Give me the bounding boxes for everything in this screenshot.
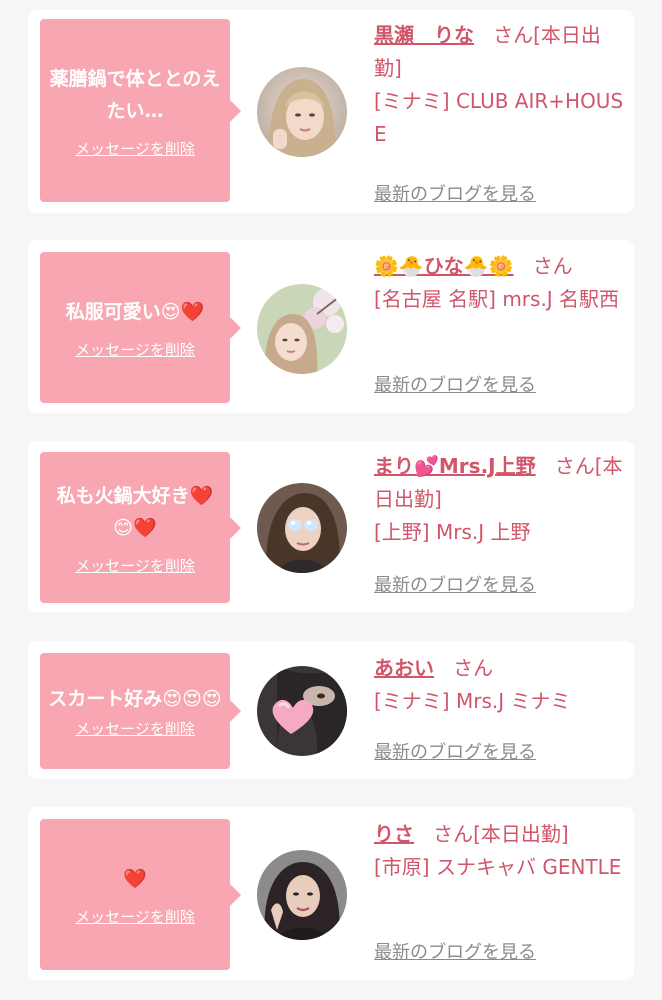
- shop-label: [ミナミ] CLUB AIR+HOUSE: [374, 89, 624, 146]
- cast-name-line: まり💕Mrs.J上野 さん[本日出勤]: [374, 450, 624, 516]
- honorific-label: さん: [453, 656, 494, 680]
- message-bubble: スカート好み😍😍😍 メッセージを削除: [40, 653, 241, 769]
- message-text: 薬膳鍋で体ととのえたい…: [49, 67, 221, 122]
- cast-name-link[interactable]: まり💕Mrs.J上野: [374, 454, 536, 478]
- cast-info: りさ さん[本日出勤] [市原] スナキャバ GENTLE 最新のブログを見る: [374, 818, 624, 978]
- status-label: [本日出勤]: [473, 822, 569, 846]
- delete-message-button[interactable]: メッセージを削除: [75, 556, 195, 576]
- message-bubble: ❤️ メッセージを削除: [40, 819, 241, 970]
- cast-name-link[interactable]: 🌼🐣ひな🐣🌼: [374, 254, 514, 278]
- shop-label: [上野] Mrs.J 上野: [374, 520, 531, 544]
- shop-label: [ミナミ] Mrs.J ミナミ: [374, 689, 571, 713]
- message-bubble: 私服可愛い😍❤️ メッセージを削除: [40, 252, 241, 403]
- delete-message-button[interactable]: メッセージを削除: [75, 340, 195, 360]
- avatar[interactable]: [257, 67, 347, 157]
- message-text: 私も火鍋大好き❤️😊❤️: [56, 484, 214, 539]
- message-card: 薬膳鍋で体ととのえたい… メッセージを削除 黒瀬 りな さん[本日出勤] [ミナ…: [28, 10, 634, 213]
- view-blog-link[interactable]: 最新のブログを見る: [374, 183, 536, 207]
- honorific-label: さん: [433, 822, 474, 846]
- message-card: スカート好み😍😍😍 メッセージを削除 あおい さん [ミナミ] Mrs.J ミナ…: [28, 641, 634, 779]
- message-text: ❤️: [123, 867, 147, 890]
- cast-name-link[interactable]: りさ: [374, 822, 414, 846]
- view-blog-link[interactable]: 最新のブログを見る: [374, 941, 536, 965]
- cast-name-line: あおい さん: [374, 652, 624, 685]
- message-feed: 薬膳鍋で体ととのえたい… メッセージを削除 黒瀬 りな さん[本日出勤] [ミナ…: [0, 0, 662, 1000]
- delete-message-button[interactable]: メッセージを削除: [75, 907, 195, 927]
- cast-name-link[interactable]: 黒瀬 りな: [374, 23, 474, 47]
- cast-name-line: 🌼🐣ひな🐣🌼 さん: [374, 250, 624, 283]
- cast-info: 黒瀬 りな さん[本日出勤] [ミナミ] CLUB AIR+HOUSE 最新のブ…: [374, 19, 624, 209]
- cast-info: 🌼🐣ひな🐣🌼 さん [名古屋 名駅] mrs.J 名駅西 最新のブログを見る: [374, 250, 624, 410]
- message-card: ❤️ メッセージを削除 りさ さん[本日出勤] [市原] スナキャバ GENTL…: [28, 807, 634, 980]
- message-bubble: 私も火鍋大好き❤️😊❤️ メッセージを削除: [40, 452, 241, 603]
- message-card: 私も火鍋大好き❤️😊❤️ メッセージを削除 まり💕Mrs.J上野 さん[本日出勤…: [28, 441, 634, 612]
- message-card: 私服可愛い😍❤️ メッセージを削除 🌼🐣ひな🐣🌼 さん [名古屋 名駅] mrs…: [28, 240, 634, 413]
- cast-name-link[interactable]: あおい: [374, 656, 434, 680]
- view-blog-link[interactable]: 最新のブログを見る: [374, 374, 536, 398]
- message-text: スカート好み😍😍😍: [48, 688, 222, 710]
- message-bubble: 薬膳鍋で体ととのえたい… メッセージを削除: [40, 19, 241, 202]
- avatar[interactable]: [257, 284, 347, 374]
- view-blog-link[interactable]: 最新のブログを見る: [374, 574, 536, 598]
- message-text: 私服可愛い😍❤️: [65, 300, 205, 323]
- cast-name-line: 黒瀬 りな さん[本日出勤]: [374, 19, 624, 85]
- shop-label: [名古屋 名駅] mrs.J 名駅西: [374, 287, 620, 311]
- honorific-label: さん: [532, 254, 573, 278]
- delete-message-button[interactable]: メッセージを削除: [75, 139, 195, 159]
- avatar[interactable]: [257, 483, 347, 573]
- view-blog-link[interactable]: 最新のブログを見る: [374, 741, 536, 765]
- honorific-label: さん: [493, 23, 534, 47]
- avatar[interactable]: [257, 850, 347, 940]
- cast-name-line: りさ さん[本日出勤]: [374, 818, 624, 851]
- shop-label: [市原] スナキャバ GENTLE: [374, 855, 622, 879]
- delete-message-button[interactable]: メッセージを削除: [75, 719, 195, 739]
- honorific-label: さん: [554, 454, 595, 478]
- avatar[interactable]: [257, 666, 347, 756]
- cast-info: あおい さん [ミナミ] Mrs.J ミナミ 最新のブログを見る: [374, 652, 624, 777]
- cast-info: まり💕Mrs.J上野 さん[本日出勤] [上野] Mrs.J 上野 最新のブログ…: [374, 450, 624, 608]
